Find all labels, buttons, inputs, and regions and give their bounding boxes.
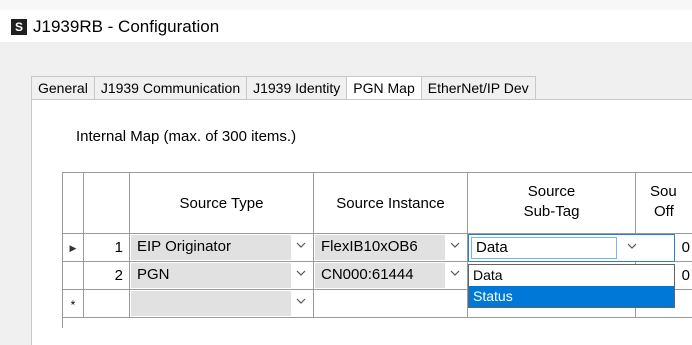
tab-pgn-map[interactable]: PGN Map xyxy=(346,76,422,99)
chevron-down-icon[interactable] xyxy=(446,235,464,259)
row-1-indicator[interactable]: ▶ xyxy=(62,234,84,262)
chevron-down-icon[interactable] xyxy=(292,235,310,259)
title-bar: S J1939RB - Configuration xyxy=(0,0,692,42)
row-2-indicator[interactable] xyxy=(62,262,84,290)
row-1-source-type-cell[interactable]: EIP Originator xyxy=(130,234,314,262)
dropdown-option-data[interactable]: Data xyxy=(469,265,674,286)
new-row-source-type-cell[interactable] xyxy=(130,290,314,318)
row-2-source-type-cell[interactable]: PGN xyxy=(130,262,314,290)
row-1-source-instance-cell[interactable]: FlexIB10xOB6 xyxy=(314,234,468,262)
source-instance-value: CN000:61444 xyxy=(321,266,414,283)
source-type-combo[interactable]: EIP Originator xyxy=(131,235,291,260)
source-offset-header-line1: Sou xyxy=(650,183,677,200)
tab-j1939-identity[interactable]: J1939 Identity xyxy=(246,76,348,99)
current-row-arrow-icon: ▶ xyxy=(69,243,77,253)
source-type-value: PGN xyxy=(137,266,170,283)
row-number-header xyxy=(84,172,130,234)
source-type-header[interactable]: Source Type xyxy=(130,172,314,234)
new-row-source-instance-cell[interactable] xyxy=(314,290,468,318)
new-row-asterisk-icon: * xyxy=(70,298,76,312)
tab-general[interactable]: General xyxy=(31,76,95,99)
source-instance-combo[interactable]: CN000:61444 xyxy=(315,263,445,288)
offset-value: 0 xyxy=(681,267,690,284)
source-subtag-header-line1: Source xyxy=(527,183,576,200)
new-row-indicator[interactable]: * xyxy=(62,290,84,318)
subtag-combo-value[interactable]: Data xyxy=(471,237,617,259)
row-2-number: 2 xyxy=(84,262,130,290)
source-type-value: EIP Originator xyxy=(137,238,231,255)
source-type-combo[interactable] xyxy=(131,291,291,316)
app-s-icon: S xyxy=(11,19,27,35)
tab-strip: General J1939 Communication J1939 Identi… xyxy=(31,76,536,100)
source-instance-combo[interactable]: FlexIB10xOB6 xyxy=(315,235,445,260)
chevron-down-icon[interactable] xyxy=(292,263,310,287)
row-number: 2 xyxy=(114,267,123,284)
source-subtag-header-line2: Sub-Tag xyxy=(523,203,580,220)
tab-ethernet-ip-dev[interactable]: EtherNet/IP Dev xyxy=(420,76,536,99)
source-subtag-header[interactable]: Source Sub-Tag xyxy=(468,172,636,234)
new-row-number xyxy=(84,290,130,318)
chevron-down-icon[interactable] xyxy=(623,236,641,260)
dropdown-option-status[interactable]: Status xyxy=(469,286,674,307)
corner-header xyxy=(62,172,84,234)
source-instance-value: FlexIB10xOB6 xyxy=(321,238,418,255)
chevron-down-icon[interactable] xyxy=(292,291,310,315)
source-instance-header[interactable]: Source Instance xyxy=(314,172,468,234)
source-type-combo[interactable]: PGN xyxy=(131,263,291,288)
window-title: J1939RB - Configuration xyxy=(33,17,220,36)
row-2-source-instance-cell[interactable]: CN000:61444 xyxy=(314,262,468,290)
source-type-header-label: Source Type xyxy=(179,195,264,212)
row-number: 1 xyxy=(114,239,123,256)
subtag-combo-open[interactable]: Data xyxy=(468,234,675,262)
subtag-dropdown-list: Data Status xyxy=(468,264,675,308)
chevron-down-icon[interactable] xyxy=(446,263,464,287)
tab-j1939-communication[interactable]: J1939 Communication xyxy=(93,76,248,99)
source-offset-header[interactable]: Sou Off xyxy=(636,172,692,234)
offset-value: 0 xyxy=(681,239,690,256)
source-instance-header-label: Source Instance xyxy=(336,195,445,212)
map-caption: Internal Map (max. of 300 items.) xyxy=(76,128,297,145)
row-1-number: 1 xyxy=(84,234,130,262)
source-offset-header-line2: Off xyxy=(654,203,674,220)
